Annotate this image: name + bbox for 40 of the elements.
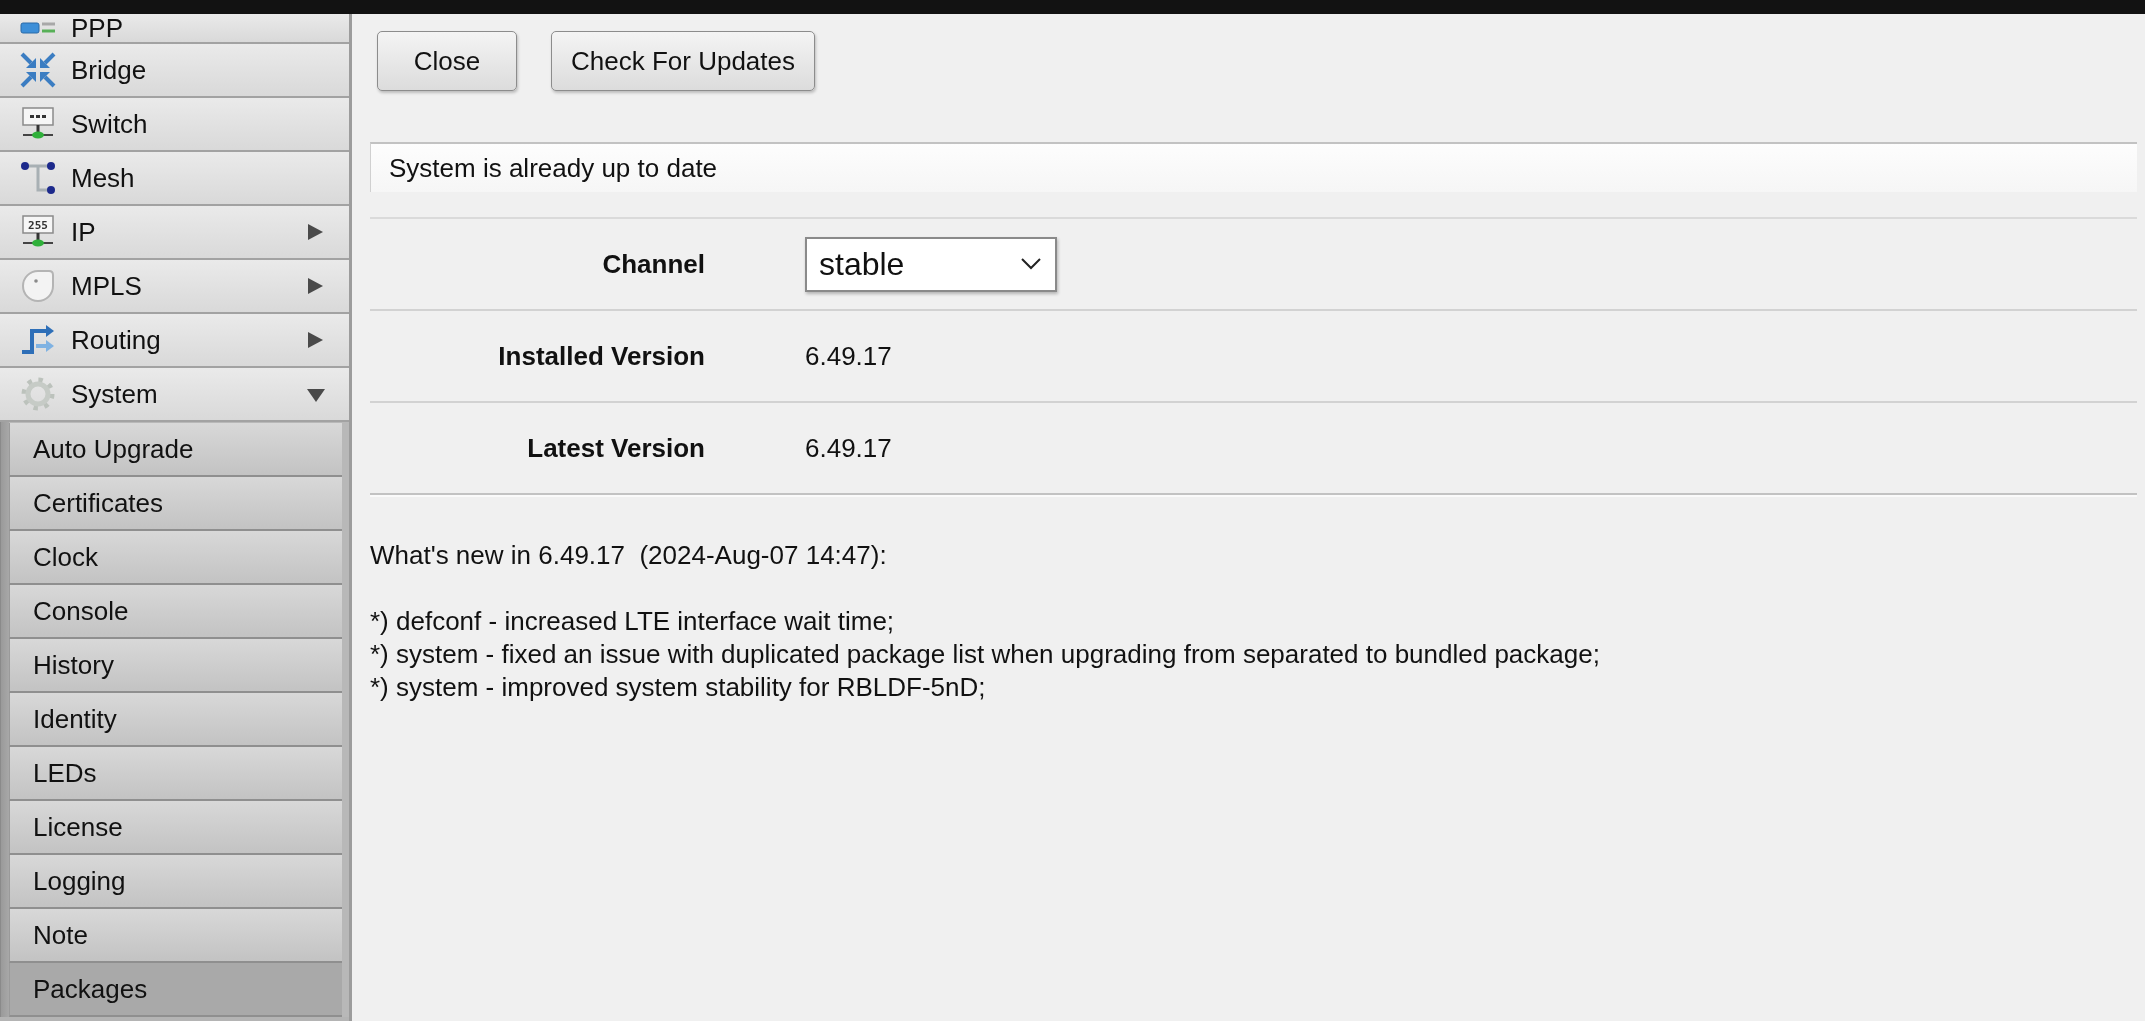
caret-right-icon[interactable] <box>305 276 325 296</box>
sidebar-item[interactable]: Switch <box>0 98 349 152</box>
submenu-item[interactable]: LEDs <box>9 747 342 801</box>
submenu-item[interactable]: Logging <box>9 855 342 909</box>
submenu-item[interactable]: Console <box>9 585 342 639</box>
check-updates-button[interactable]: Check For Updates <box>551 31 815 91</box>
submenu-item[interactable]: Certificates <box>9 477 342 531</box>
submenu-item[interactable]: History <box>9 639 342 693</box>
changelog-heading: What's new in 6.49.17 (2024-Aug-07 14:47): <box>370 539 888 572</box>
channel-select[interactable]: stable <box>805 236 1057 292</box>
panel-icon <box>20 21 56 35</box>
field-value: 6.49.17 <box>805 340 892 372</box>
field-value: 6.49.17 <box>805 432 892 464</box>
sidebar-item[interactable]: 255 IP <box>0 206 349 260</box>
sidebar-item[interactable]: Routing <box>0 314 349 368</box>
field-label: Installed Version <box>498 340 705 372</box>
sidebar-item[interactable]: System <box>0 368 349 422</box>
status-message: System is already up to date <box>370 142 2137 192</box>
nodes-icon <box>20 160 56 196</box>
caret-right-icon[interactable] <box>305 222 325 242</box>
gear-icon <box>20 376 56 412</box>
submenu-item[interactable]: Identity <box>9 693 342 747</box>
changelog-line: *) system - improved system stability for RBLDF-5nD; <box>370 671 987 704</box>
sidebar-item[interactable]: MPLS <box>0 260 349 314</box>
submenu-item[interactable]: Auto Upgrade <box>9 423 342 477</box>
submenu-item[interactable]: License <box>9 801 342 855</box>
sidebar-item[interactable]: PPP <box>0 14 349 44</box>
sidebar-item[interactable]: Mesh <box>0 152 349 206</box>
close-button[interactable]: Close <box>377 31 517 91</box>
field-label: Channel <box>602 248 705 280</box>
submenu-item[interactable]: Note <box>9 909 342 963</box>
sidebar-item[interactable]: Bridge <box>0 44 349 98</box>
submenu-item[interactable]: Clock <box>9 531 342 585</box>
caret-right-icon[interactable] <box>305 330 325 350</box>
changelog-line: *) system - fixed an issue with duplicated package list when upgrading from separated to bundled package; <box>370 638 1601 671</box>
arrows-inward-icon <box>20 52 56 88</box>
chevron-down-icon <box>1021 258 1041 270</box>
submenu-item[interactable]: Packages <box>9 963 342 1017</box>
field-label: Latest Version <box>527 432 705 464</box>
changelog-line: *) defconf - increased LTE interface wait time; <box>370 605 896 638</box>
